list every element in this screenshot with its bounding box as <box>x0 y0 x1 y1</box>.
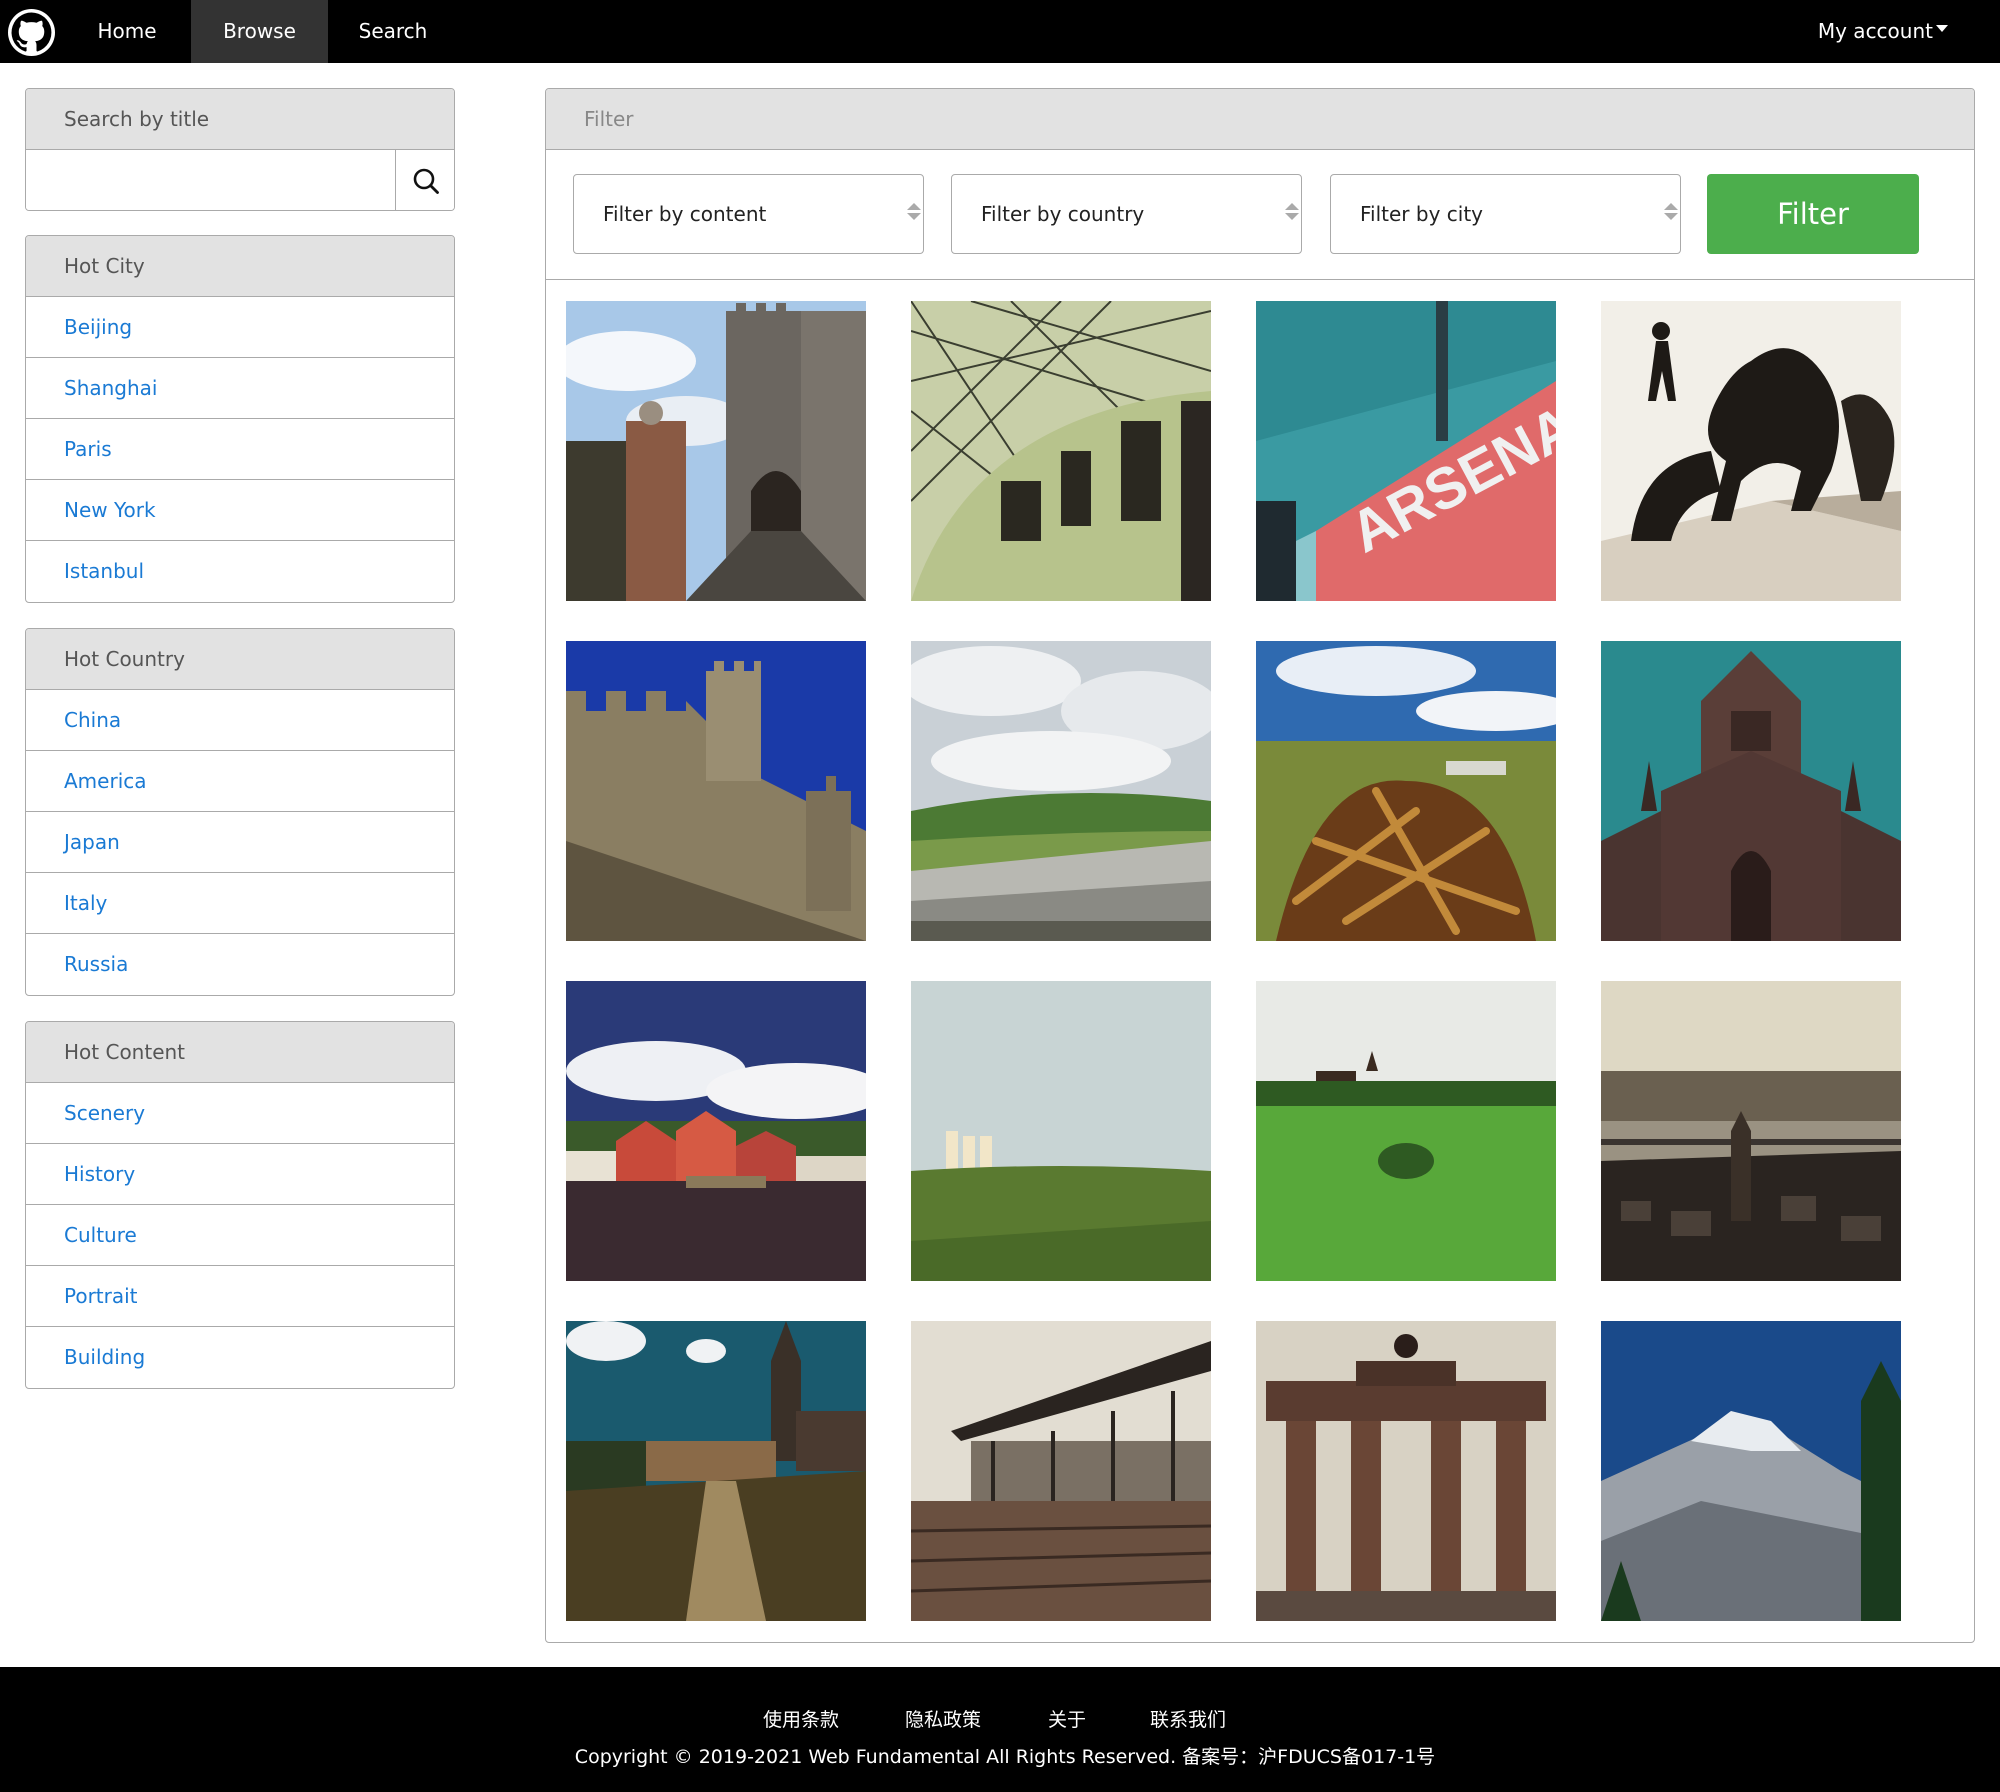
harbor-houses-photo[interactable] <box>566 981 866 1281</box>
content-item-portrait[interactable]: Portrait <box>26 1266 454 1327</box>
footer-link-privacy[interactable]: 隐私政策 <box>905 1705 981 1732</box>
city-item-new-york[interactable]: New York <box>26 480 454 541</box>
footer-link-terms[interactable]: 使用条款 <box>763 1705 839 1732</box>
city-river-bridge-photo[interactable] <box>1601 981 1901 1281</box>
country-item-japan[interactable]: Japan <box>26 812 454 873</box>
arsenal-stadium-photo[interactable]: ARSENAL <box>1256 301 1556 601</box>
glass-roof-court-photo[interactable] <box>911 301 1211 601</box>
account-menu[interactable]: My account <box>1818 0 1948 63</box>
content-select-label: Filter by content <box>603 202 767 226</box>
green-field-towers-photo[interactable] <box>911 981 1211 1281</box>
content-item-history[interactable]: History <box>26 1144 454 1205</box>
hot-country-title: Hot Country <box>26 629 454 690</box>
city-item-shanghai[interactable]: Shanghai <box>26 358 454 419</box>
search-button[interactable] <box>397 150 454 210</box>
search-input[interactable] <box>26 150 396 210</box>
city-item-paris[interactable]: Paris <box>26 419 454 480</box>
filter-panel: Filter Filter by content Filter by count… <box>545 88 1975 1643</box>
select-arrows-icon <box>1662 203 1680 223</box>
select-arrows-icon <box>905 203 923 223</box>
search-panel-title: Search by title <box>26 89 454 150</box>
castle-gate-photo[interactable] <box>566 301 866 601</box>
content-item-building[interactable]: Building <box>26 1327 454 1388</box>
footer-link-about[interactable]: 关于 <box>1048 1705 1086 1732</box>
brandenburg-gate-photo[interactable] <box>1256 1321 1556 1621</box>
country-item-russia[interactable]: Russia <box>26 934 454 995</box>
city-select-label: Filter by city <box>1360 202 1484 226</box>
nav-home[interactable]: Home <box>73 0 181 63</box>
footer: 使用条款 隐私政策 关于 联系我们 Copyright © 2019-2021 … <box>0 1667 2000 1792</box>
country-item-italy[interactable]: Italy <box>26 873 454 934</box>
content-item-scenery[interactable]: Scenery <box>26 1083 454 1144</box>
content-select[interactable]: Filter by content <box>573 174 924 254</box>
city-item-beijing[interactable]: Beijing <box>26 297 454 358</box>
footer-links: 使用条款 隐私政策 关于 联系我们 <box>0 1705 2000 1735</box>
rocky-coast-photo[interactable] <box>911 641 1211 941</box>
search-icon <box>413 168 439 194</box>
search-row <box>26 150 454 210</box>
hot-city-panel: Hot City Beijing Shanghai Paris New York… <box>25 235 455 603</box>
garden-church-photo[interactable] <box>566 1321 866 1621</box>
select-arrows-icon <box>1283 203 1301 223</box>
filter-button[interactable]: Filter <box>1707 174 1919 254</box>
country-item-china[interactable]: China <box>26 690 454 751</box>
nav-browse[interactable]: Browse <box>191 0 328 63</box>
green-meadow-photo[interactable] <box>1256 981 1556 1281</box>
country-select-label: Filter by country <box>981 202 1145 226</box>
search-panel: Search by title <box>25 88 455 211</box>
horse-statue-photo[interactable] <box>1601 301 1901 601</box>
hot-city-title: Hot City <box>26 236 454 297</box>
hot-content-panel: Hot Content Scenery History Culture Port… <box>25 1021 455 1389</box>
rusty-junk-field-photo[interactable] <box>1256 641 1556 941</box>
castle-tower-photo[interactable] <box>566 641 866 941</box>
caret-down-icon <box>1936 25 1948 32</box>
github-logo-icon[interactable] <box>8 9 55 56</box>
footer-link-contact[interactable]: 联系我们 <box>1150 1705 1226 1732</box>
city-item-istanbul[interactable]: Istanbul <box>26 541 454 602</box>
hot-content-title: Hot Content <box>26 1022 454 1083</box>
content-item-culture[interactable]: Culture <box>26 1205 454 1266</box>
gothic-church-photo[interactable] <box>1601 641 1901 941</box>
country-select[interactable]: Filter by country <box>951 174 1302 254</box>
account-label: My account <box>1817 19 1933 43</box>
filter-controls: Filter by content Filter by country Filt… <box>546 150 1974 280</box>
snowy-mountain-photo[interactable] <box>1601 1321 1901 1621</box>
city-select[interactable]: Filter by city <box>1330 174 1681 254</box>
copyright-text: Copyright © 2019-2021 Web Fundamental Al… <box>574 1746 1436 1768</box>
hot-country-panel: Hot Country China America Japan Italy Ru… <box>25 628 455 996</box>
nav-search[interactable]: Search <box>338 0 448 63</box>
top-navbar: Home Browse Search My account <box>0 0 2000 63</box>
country-item-america[interactable]: America <box>26 751 454 812</box>
filter-panel-title: Filter <box>546 89 1974 150</box>
modern-gallery-photo[interactable] <box>911 1321 1211 1621</box>
